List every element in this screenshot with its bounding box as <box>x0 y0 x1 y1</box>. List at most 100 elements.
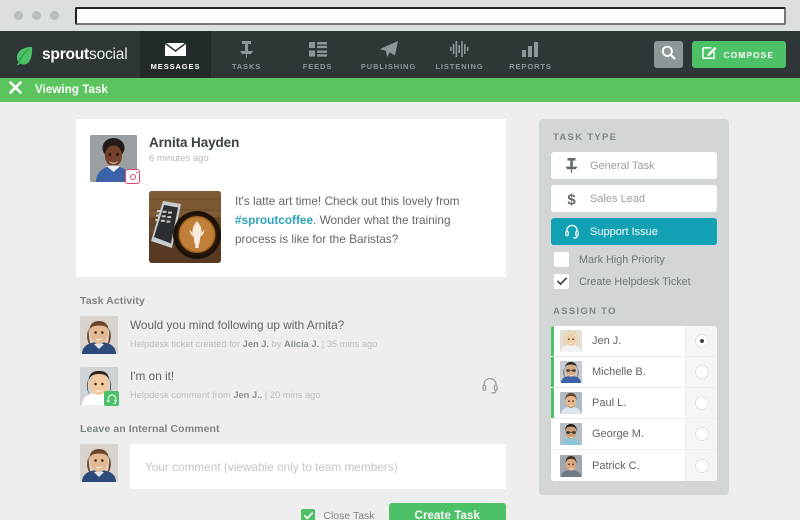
post-card: Arnita Hayden 6 minutes ago It's latte a… <box>76 119 506 277</box>
radio-button-selected <box>694 334 709 348</box>
brand-text: sproutsocial <box>42 45 128 64</box>
brand-light: social <box>89 45 128 63</box>
post-hashtag-link[interactable]: #sproutcoffee <box>235 213 313 227</box>
compose-label: COMPOSE <box>723 49 774 60</box>
assignee-radio[interactable] <box>685 450 717 481</box>
activity-row: I'm on it! Helpdesk comment from Jen J..… <box>76 367 506 406</box>
window-minimize-dot[interactable] <box>32 11 41 20</box>
nav-label: PUBLISHING <box>360 61 417 71</box>
comment-input[interactable] <box>130 444 506 489</box>
radio-button <box>694 365 709 379</box>
checkbox-box <box>554 274 569 289</box>
assignee-avatar <box>560 392 582 414</box>
checkbox-box <box>554 252 569 267</box>
assignee-row-paul-l[interactable]: Paul L. <box>551 388 717 419</box>
dollar-icon: $ <box>564 191 579 207</box>
assignee-avatar <box>560 330 582 352</box>
search-button[interactable] <box>653 41 683 68</box>
nav-item-messages[interactable]: MESSAGES <box>140 31 211 78</box>
assignee-radio[interactable] <box>685 326 717 356</box>
waveform-icon <box>450 41 469 58</box>
assignee-name: Patrick C. <box>592 459 640 472</box>
post-photo[interactable] <box>149 191 221 263</box>
headset-badge-icon <box>104 391 119 406</box>
activity-meta: Helpdesk comment from Jen J.. | 20 mins … <box>130 390 321 400</box>
envelope-icon <box>165 41 186 58</box>
nav-item-listening[interactable]: LISTENING <box>424 31 495 78</box>
nav-label: TASKS <box>231 61 262 71</box>
activity-meta-mid: by <box>269 339 285 349</box>
activity-meta-pre: Helpdesk ticket created for <box>130 339 243 349</box>
search-icon <box>661 45 676 65</box>
radio-button <box>694 458 709 473</box>
activity-meta-name: Jen J. <box>242 339 270 349</box>
assignee-row-jen-j[interactable]: Jen J. <box>551 326 717 357</box>
bar-chart-icon <box>522 41 539 58</box>
list-icon <box>308 41 327 58</box>
mark-high-priority-checkbox[interactable]: Mark High Priority <box>551 252 717 267</box>
task-type-general-task[interactable]: General Task <box>551 152 717 179</box>
avatar <box>80 367 119 406</box>
window-close-dot[interactable] <box>14 11 23 20</box>
assignee-row-george-m[interactable]: George M. <box>551 419 717 450</box>
online-indicator <box>551 388 554 418</box>
task-activity-title: Task Activity <box>80 295 145 307</box>
nav-item-publishing[interactable]: PUBLISHING <box>353 31 424 78</box>
post-body: It's latte art time! Check out this love… <box>149 191 488 263</box>
nav-item-feeds[interactable]: FEEDS <box>282 31 353 78</box>
post-author-name: Arnita Hayden <box>149 135 240 150</box>
viewing-task-label: Viewing Task <box>35 84 108 96</box>
checkmark-icon <box>556 277 567 286</box>
task-options-sidebar: TASK TYPE General Task $ Sales Lead Supp… <box>539 119 729 520</box>
current-user-avatar <box>80 444 118 482</box>
activity-meta-post: | 35 mins ago <box>319 339 378 349</box>
checkmark-icon <box>301 509 316 520</box>
avatar <box>80 316 118 354</box>
create-helpdesk-ticket-checkbox[interactable]: Create Helpdesk Ticket <box>551 274 717 289</box>
assignee-row-michelle-b[interactable]: Michelle B. <box>551 357 717 388</box>
post-text-before: It's latte art time! Check out this love… <box>235 194 460 208</box>
online-indicator <box>551 326 554 356</box>
browser-chrome <box>0 0 800 31</box>
activity-content: I'm on it! Helpdesk comment from Jen J..… <box>130 367 321 400</box>
assignee-list: Jen J. Michelle B. Paul L. George M. Pat… <box>551 326 717 481</box>
svg-text:$: $ <box>567 191 576 207</box>
assignee-name: Michelle B. <box>592 366 646 378</box>
create-task-button[interactable]: Create Task <box>388 503 506 520</box>
main-content: Arnita Hayden 6 minutes ago It's latte a… <box>0 102 800 520</box>
pin-icon <box>239 40 254 58</box>
radio-button <box>694 427 709 441</box>
task-type-label: Sales Lead <box>590 192 646 205</box>
activity-meta-name2: Alicia J. <box>284 339 320 349</box>
assignee-radio[interactable] <box>685 419 717 449</box>
assignee-avatar <box>560 454 582 477</box>
brand-logo[interactable]: sproutsocial <box>0 31 140 78</box>
nav-label: FEEDS <box>302 61 333 71</box>
brand-bold: sprout <box>42 45 90 63</box>
compose-button[interactable]: COMPOSE <box>691 41 786 68</box>
app-window: sproutsocial MESSAGES TASKS FEEDS PUBLIS… <box>0 0 800 520</box>
task-actions: Close Task Create Task <box>76 503 506 520</box>
assignee-radio[interactable] <box>685 357 717 387</box>
assignee-name: Jen J. <box>592 335 622 347</box>
task-type-sales-lead[interactable]: $ Sales Lead <box>551 185 717 212</box>
activity-avatar-image <box>80 316 118 354</box>
post-header: Arnita Hayden 6 minutes ago <box>90 135 488 184</box>
window-maximize-dot[interactable] <box>50 11 59 20</box>
viewing-task-bar: Viewing Task <box>0 78 800 102</box>
avatar <box>90 135 140 184</box>
address-bar[interactable] <box>75 6 786 25</box>
online-indicator <box>551 357 554 387</box>
headset-icon <box>564 224 579 239</box>
close-icon[interactable] <box>9 81 22 99</box>
headset-icon[interactable] <box>482 377 498 399</box>
close-task-checkbox[interactable]: Close Task <box>301 509 375 520</box>
task-type-label: Support Issue <box>590 225 658 238</box>
task-type-support-issue[interactable]: Support Issue <box>551 218 717 245</box>
comment-section-title: Leave an Internal Comment <box>80 423 220 435</box>
nav-item-reports[interactable]: REPORTS <box>495 31 566 78</box>
nav-item-tasks[interactable]: TASKS <box>211 31 282 78</box>
assignee-radio[interactable] <box>685 388 717 418</box>
assignee-row-patrick-c[interactable]: Patrick C. <box>551 450 717 481</box>
activity-meta: Helpdesk ticket created for Jen J. by Al… <box>130 339 377 349</box>
